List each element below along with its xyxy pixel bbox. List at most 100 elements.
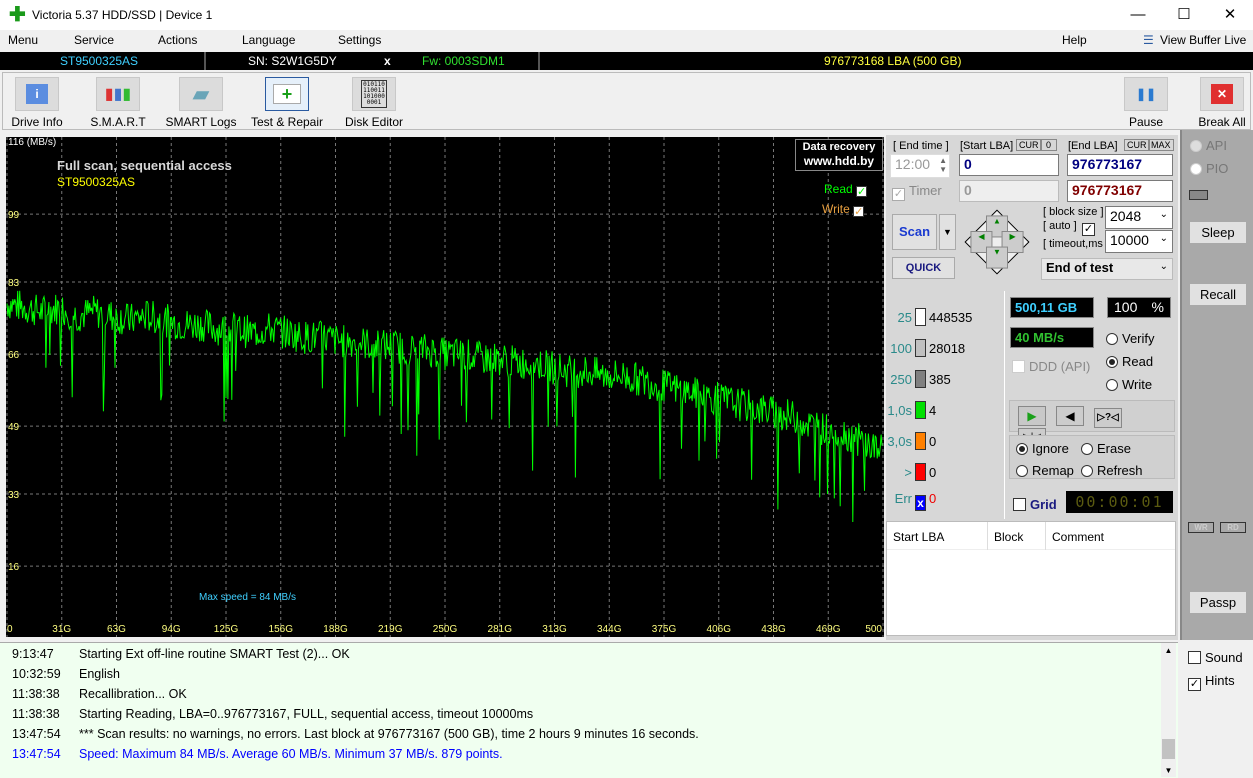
legend-write[interactable]: Write ✓ — [822, 202, 868, 218]
start-lba-label: [Start LBA] — [960, 140, 1014, 152]
auto-checkbox[interactable]: ✓ — [1082, 219, 1099, 236]
x-tick-label: 63G — [107, 624, 126, 635]
action-erase-radio[interactable]: Erase — [1081, 441, 1131, 456]
random-seek-button[interactable]: ▷?◁ — [1094, 408, 1122, 428]
mode-verify-radio[interactable]: Verify — [1106, 331, 1155, 346]
x-tick-label: 156G — [269, 624, 294, 635]
error-action-group: Ignore Erase Remap Refresh — [1009, 435, 1175, 479]
max-button[interactable]: MAX — [1148, 139, 1174, 151]
timer-checkbox[interactable]: ✓ Timer — [892, 183, 942, 201]
stat-row: 3,0s 0 — [887, 432, 937, 450]
mode-read-radio[interactable]: Read — [1106, 354, 1153, 369]
disk-editor-button[interactable]: 010110 110011 101000 0001 Disk Editor — [339, 77, 409, 129]
pio-radio[interactable]: PIO — [1190, 161, 1228, 176]
scan-button[interactable]: Scan — [892, 214, 937, 250]
start-lba-input[interactable]: 0 — [959, 154, 1059, 176]
log-entry: 11:38:38 Starting Reading, LBA=0..9767731… — [12, 707, 534, 721]
col-start-lba[interactable]: Start LBA — [893, 530, 944, 544]
mode-write-radio[interactable]: Write — [1106, 377, 1152, 392]
smart-logs-button[interactable]: ▰ SMART Logs — [163, 77, 239, 129]
block-size-select[interactable]: 2048 ⌄ — [1105, 206, 1173, 229]
action-refresh-radio[interactable]: Refresh — [1081, 463, 1143, 478]
stat-color-swatch — [915, 432, 926, 450]
log-entry: 13:47:54 *** Scan results: no warnings, n… — [12, 727, 699, 741]
sleep-button[interactable]: Sleep — [1190, 222, 1246, 243]
x-tick-label: 219G — [378, 624, 403, 635]
max-speed-annotation: Max speed = 84 MB/s — [199, 592, 296, 603]
end-of-test-select[interactable]: End of test ⌄ — [1041, 258, 1173, 280]
action-ignore-radio[interactable]: Ignore — [1016, 441, 1069, 456]
x-tick-label: 0 — [7, 624, 13, 635]
grid-checkbox[interactable]: Grid — [1013, 497, 1057, 512]
close-button[interactable]: ✕ — [1207, 0, 1253, 30]
end-lba-input[interactable]: 976773167 — [1067, 154, 1173, 176]
action-remap-radio[interactable]: Remap — [1016, 463, 1074, 478]
log-scrollbar[interactable]: ▲ ▼ — [1161, 643, 1176, 777]
y-axis-label: 116 (MB/s) — [8, 137, 57, 148]
maximize-button[interactable]: ☐ — [1161, 0, 1207, 30]
smart-button[interactable]: ▮▮▮ S.M.A.R.T — [83, 77, 153, 129]
play-forward-button[interactable]: ▶ — [1018, 406, 1046, 426]
api-radio[interactable]: API — [1190, 138, 1227, 153]
stat-row: 250 385 — [890, 370, 951, 388]
watermark: Data recovery www.hdd.by — [795, 139, 883, 171]
binary-document-icon: 010110 110011 101000 0001 — [361, 80, 387, 108]
legend-read[interactable]: Read ✓ — [824, 182, 871, 198]
drive-info-button[interactable]: i Drive Info — [7, 77, 67, 129]
stat-row: 1,0s 4 — [887, 401, 937, 419]
play-backward-button[interactable]: ◀ — [1056, 406, 1084, 426]
stat-color-swatch — [915, 370, 926, 388]
defects-table: Start LBA Block Comment — [886, 521, 1176, 636]
x-tick-label: 375G — [652, 624, 677, 635]
end-time-spinner[interactable]: 12:00 ▲ ▼ — [890, 154, 950, 178]
hints-checkbox[interactable]: ✓ Hints — [1188, 673, 1235, 691]
stat-row: 25 448535 — [897, 308, 973, 326]
stat-row: 100 28018 — [890, 339, 966, 357]
x-tick-label: 438G — [761, 624, 786, 635]
y-tick-label: 33 — [8, 490, 20, 501]
wr-indicator: WR — [1188, 522, 1214, 533]
scan-dropdown-button[interactable]: ▼ — [939, 214, 956, 250]
menu-help[interactable]: Help — [1062, 33, 1087, 47]
timer-input[interactable]: 0 — [959, 180, 1059, 202]
minimize-button[interactable]: — — [1115, 0, 1161, 30]
view-buffer-live-button[interactable]: View Buffer Live — [1160, 33, 1246, 47]
drive-model[interactable]: ST9500325AS — [60, 54, 138, 68]
col-block[interactable]: Block — [987, 522, 1029, 550]
timeout-select[interactable]: 10000 ⌄ — [1105, 230, 1173, 253]
error-x-icon: x — [915, 495, 926, 511]
x-tick-label: 469G — [816, 624, 841, 635]
menu-language[interactable]: Language — [242, 33, 295, 47]
ddd-api-checkbox[interactable]: DDD (API) — [1012, 359, 1090, 374]
menu-settings[interactable]: Settings — [338, 33, 381, 47]
x-tick-label: 250G — [433, 624, 458, 635]
x-tick-label: 344G — [597, 624, 622, 635]
block-stats: 25 448535 100 28018 250 385 1,0s 4 3,0s 0 >0 Err x 0 — [886, 291, 1005, 519]
start-cur-button[interactable]: CUR — [1016, 139, 1042, 151]
drive-firmware: Fw: 0003SDM1 — [422, 54, 505, 68]
menu-menu[interactable]: Menu — [8, 33, 38, 47]
col-comment[interactable]: Comment — [1045, 522, 1110, 550]
passp-button[interactable]: Passp — [1190, 592, 1246, 613]
break-all-button[interactable]: ✕ Break All — [1195, 77, 1249, 129]
title-bar: ✚ Victoria 5.37 HDD/SSD | Device 1 — ☐ ✕ — [0, 0, 1253, 30]
pause-button[interactable]: ❚❚ Pause — [1121, 77, 1171, 129]
stat-color-swatch — [915, 401, 926, 419]
menu-service[interactable]: Service — [74, 33, 114, 47]
nav-down-button[interactable]: ▼ — [986, 246, 1008, 269]
test-repair-button[interactable]: + Test & Repair — [247, 77, 327, 129]
first-aid-icon: + — [273, 84, 301, 104]
folder-icon: ▰ — [192, 81, 210, 106]
end-lba-label: [End LBA] — [1068, 140, 1118, 152]
info-icon: i — [26, 84, 48, 104]
sound-checkbox[interactable]: Sound — [1188, 650, 1243, 665]
log-entry: 10:32:59 English — [12, 667, 120, 681]
end-cur-button[interactable]: CUR — [1124, 139, 1150, 151]
status-indicator — [1189, 190, 1208, 200]
close-drive-button[interactable]: x — [384, 54, 391, 68]
elapsed-timer: 00:00:01 — [1066, 491, 1173, 513]
quick-button[interactable]: QUICK — [892, 257, 955, 279]
recall-button[interactable]: Recall — [1190, 284, 1246, 305]
log-entry: 13:47:54 Speed: Maximum 84 MB/s. Average … — [12, 747, 503, 761]
menu-actions[interactable]: Actions — [158, 33, 197, 47]
